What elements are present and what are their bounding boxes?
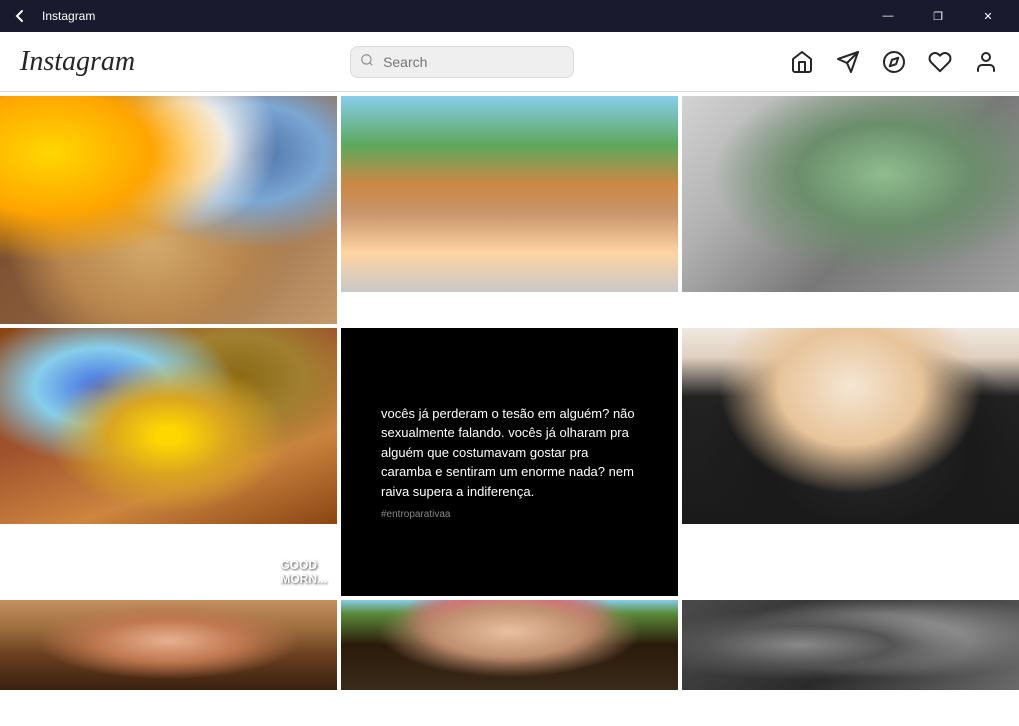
grid-item-3[interactable] — [682, 96, 1019, 324]
back-button[interactable] — [8, 4, 32, 28]
good-morning-text: GOODMORN... — [280, 558, 327, 586]
grid-item-5[interactable]: vocês já perderam o tesão em alguém? não… — [341, 328, 678, 596]
grid-item-2[interactable] — [341, 96, 678, 324]
close-button[interactable]: ✕ — [965, 0, 1011, 32]
restore-button[interactable]: ❐ — [915, 0, 961, 32]
grid-item-4[interactable]: GOODMORN... — [0, 328, 337, 596]
grid-item-1[interactable] — [0, 96, 337, 324]
send-icon[interactable] — [835, 49, 861, 75]
titlebar-title: Instagram — [42, 9, 855, 23]
app-header: Instagram — [0, 32, 1019, 92]
explore-icon[interactable] — [881, 49, 907, 75]
nav-icons — [789, 49, 999, 75]
search-icon — [360, 53, 374, 70]
text-post-text: vocês já perderam o tesão em alguém? não… — [381, 404, 638, 502]
grid-item-6[interactable] — [682, 328, 1019, 596]
titlebar: Instagram — ❐ ✕ — [0, 0, 1019, 32]
titlebar-controls: — ❐ ✕ — [865, 0, 1011, 32]
instagram-logo: Instagram — [20, 46, 135, 78]
heart-icon[interactable] — [927, 49, 953, 75]
grid-item-8[interactable] — [341, 600, 678, 722]
search-container — [350, 46, 574, 78]
home-icon[interactable] — [789, 49, 815, 75]
search-input[interactable] — [350, 46, 574, 78]
text-post-tag: #entroparativaa — [381, 509, 638, 520]
grid-item-9[interactable] — [682, 600, 1019, 722]
minimize-button[interactable]: — — [865, 0, 911, 32]
photo-grid: GOODMORN... vocês já perderam o tesão em… — [0, 92, 1019, 726]
profile-icon[interactable] — [973, 49, 999, 75]
grid-item-7[interactable] — [0, 600, 337, 722]
